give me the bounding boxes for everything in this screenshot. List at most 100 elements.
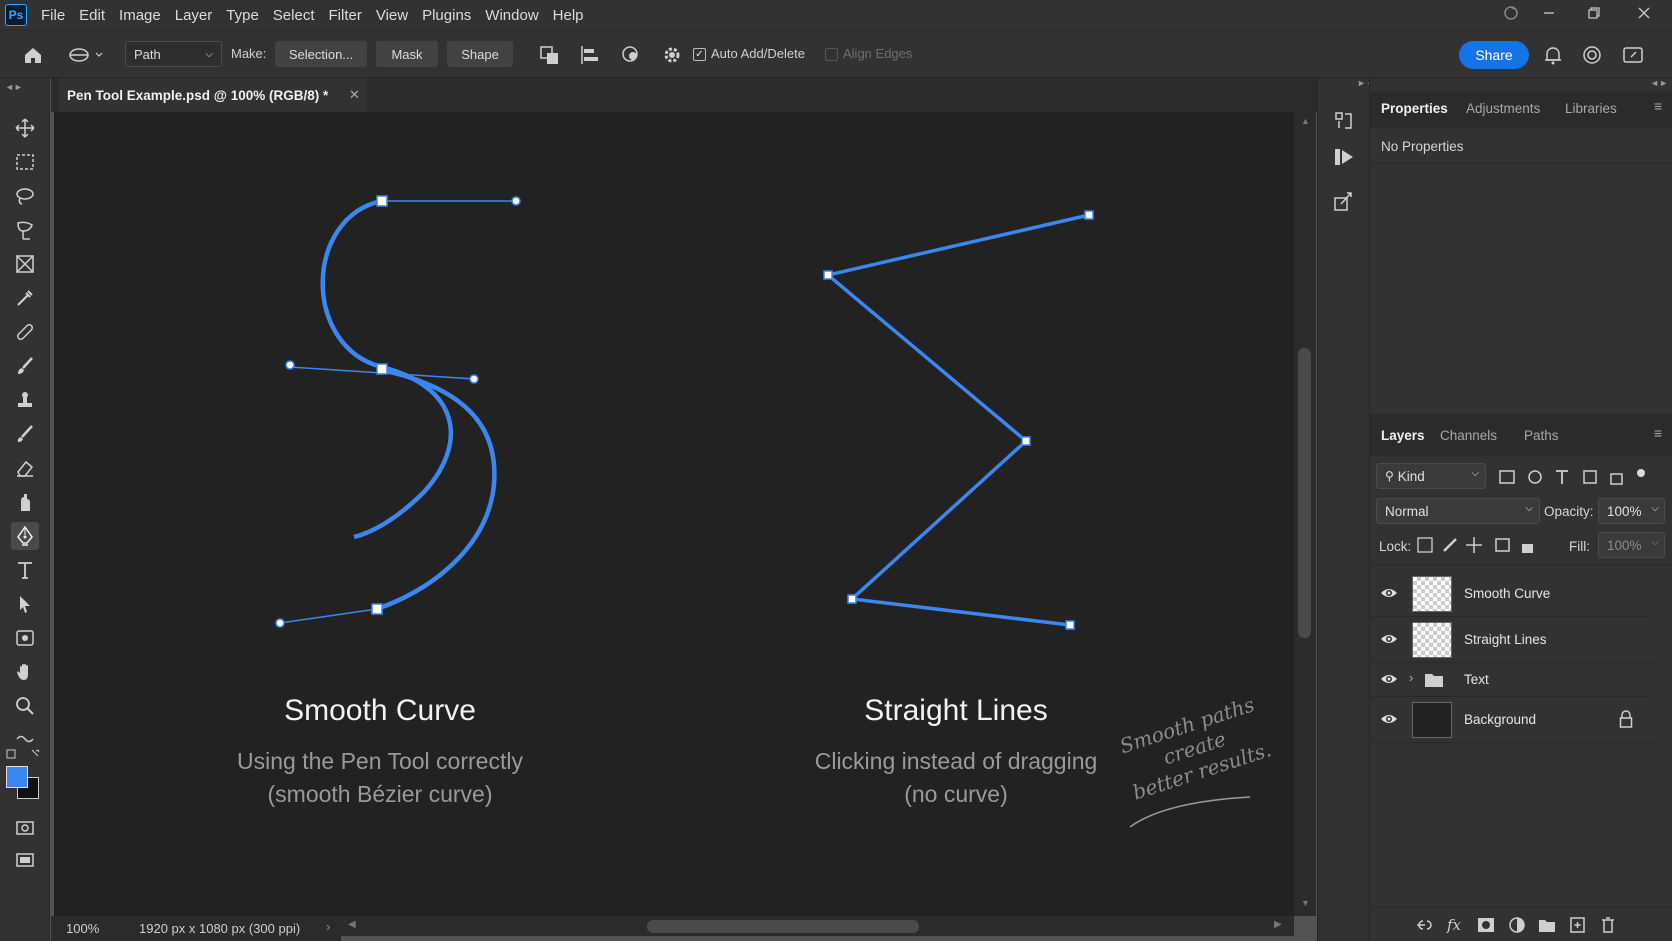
canvas[interactable]: Smooth Curve Using the Pen Tool correctl…	[54, 112, 1294, 916]
quick-mask-icon[interactable]	[11, 814, 39, 842]
eye-icon[interactable]	[1380, 712, 1398, 726]
layer-thumbnail	[1412, 576, 1452, 612]
mask-button[interactable]: Mask	[376, 41, 438, 67]
path-arrangement-icon[interactable]	[620, 43, 644, 67]
history-panel-icon[interactable]	[1331, 108, 1357, 134]
path-alignment-icon[interactable]	[578, 43, 602, 67]
pen-tool-icon[interactable]	[11, 522, 39, 550]
path-mode-select[interactable]: Path ⌵	[125, 41, 222, 67]
anchor-point	[847, 594, 857, 604]
layer-row-background[interactable]: Background	[1369, 697, 1653, 743]
document-tab[interactable]: Pen Tool Example.psd @ 100% (RGB/8) * ✕	[59, 78, 367, 112]
share-button[interactable]: Share	[1459, 41, 1529, 69]
selection-button[interactable]: Selection...	[275, 41, 367, 67]
tab-properties[interactable]: Properties	[1381, 101, 1448, 116]
scroll-down-icon[interactable]: ▼	[1301, 898, 1310, 908]
menu-file[interactable]: File	[41, 7, 65, 24]
scroll-left-icon[interactable]: ◀	[348, 919, 356, 930]
minimize-icon[interactable]	[1539, 5, 1559, 25]
menu-layer[interactable]: Layer	[175, 7, 213, 24]
smudge-tool-icon[interactable]	[11, 488, 39, 516]
gear-icon[interactable]	[660, 43, 684, 67]
marquee-tool-icon[interactable]	[11, 148, 39, 176]
collapse-right-icon[interactable]: ◄►	[1650, 78, 1668, 88]
tab-adjustments[interactable]: Adjustments	[1466, 101, 1540, 116]
align-edges-checkbox[interactable]	[825, 48, 838, 61]
home-icon[interactable]	[21, 43, 45, 67]
straight-lines-caption-line2: (no curve)	[904, 781, 1008, 807]
tab-channels[interactable]: Channels	[1440, 428, 1497, 443]
shape-button[interactable]: Shape	[447, 41, 513, 67]
frame-tool-icon[interactable]	[11, 250, 39, 278]
eye-icon[interactable]	[1380, 632, 1398, 646]
workspace-icon[interactable]	[1621, 43, 1645, 67]
brush-tool-icon[interactable]	[11, 352, 39, 380]
restore-icon[interactable]	[1584, 5, 1604, 25]
screen-mode-icon[interactable]	[11, 846, 39, 874]
eyedropper-tool-icon[interactable]	[11, 284, 39, 312]
menu-filter[interactable]: Filter	[329, 7, 362, 24]
layer-row-text-group[interactable]: › Text	[1369, 663, 1653, 697]
type-filter-icon	[1556, 470, 1568, 484]
layers-list-divider	[1370, 565, 1672, 566]
lasso-tool-icon[interactable]	[11, 182, 39, 210]
layer-row-smooth-curve[interactable]: Smooth Curve	[1369, 571, 1653, 617]
discover-icon[interactable]	[1580, 43, 1604, 67]
auto-add-delete-checkbox[interactable]: ✓	[693, 48, 706, 61]
expand-group-icon[interactable]: ›	[1409, 670, 1413, 685]
bell-icon[interactable]	[1541, 43, 1565, 67]
layer-filter-select[interactable]: ⚲ Kind ⌵	[1376, 463, 1486, 489]
tab-layers[interactable]: Layers	[1381, 428, 1425, 443]
layer-filter-value: Kind	[1397, 468, 1425, 484]
tab-paths[interactable]: Paths	[1524, 428, 1559, 443]
menu-view[interactable]: View	[376, 7, 408, 24]
foreground-color-swatch[interactable]	[6, 766, 28, 788]
lock-icon[interactable]	[1619, 710, 1633, 728]
hand-tool-icon[interactable]	[11, 658, 39, 686]
eye-icon[interactable]	[1380, 586, 1398, 600]
menu-plugins[interactable]: Plugins	[422, 7, 471, 24]
lock-image-icon	[1443, 538, 1457, 552]
close-tab-icon[interactable]: ✕	[349, 87, 360, 103]
shape-tool-icon[interactable]	[11, 624, 39, 652]
menu-window[interactable]: Window	[485, 7, 538, 24]
vertical-scrollbar[interactable]: ▲ ▼	[1294, 112, 1316, 916]
menu-type[interactable]: Type	[226, 7, 259, 24]
vertical-scroll-thumb[interactable]	[1298, 348, 1311, 638]
type-tool-icon[interactable]	[11, 556, 39, 584]
content-credentials-icon[interactable]	[1331, 188, 1357, 214]
actions-panel-icon[interactable]	[1331, 144, 1357, 170]
status-chevron-icon[interactable]: ›	[326, 919, 330, 934]
default-colors-icon[interactable]	[6, 748, 44, 762]
horizontal-scrollbar[interactable]: ◀ ▶	[340, 916, 1294, 936]
healing-brush-tool-icon[interactable]	[11, 318, 39, 346]
object-selection-tool-icon[interactable]	[11, 216, 39, 244]
close-icon[interactable]	[1634, 5, 1654, 25]
menu-help[interactable]: Help	[553, 7, 584, 24]
horizontal-scroll-thumb[interactable]	[647, 920, 919, 933]
layer-row-straight-lines[interactable]: Straight Lines	[1369, 617, 1653, 663]
zoom-tool-icon[interactable]	[11, 692, 39, 720]
collapse-toolbar-icon[interactable]: ◄►	[5, 82, 23, 92]
cloud-sync-icon[interactable]	[1501, 5, 1521, 25]
path-selection-tool-icon[interactable]	[11, 590, 39, 618]
menu-image[interactable]: Image	[119, 7, 161, 24]
zoom-level[interactable]: 100%	[66, 921, 99, 936]
history-brush-tool-icon[interactable]	[11, 420, 39, 448]
properties-menu-icon[interactable]: ≡	[1654, 98, 1662, 114]
scroll-up-icon[interactable]: ▲	[1301, 116, 1310, 126]
path-operations-icon[interactable]	[538, 43, 562, 67]
scroll-right-icon[interactable]: ▶	[1274, 919, 1282, 930]
menu-select[interactable]: Select	[273, 7, 315, 24]
blend-mode-select[interactable]: Normal ⌵	[1376, 498, 1540, 524]
eye-icon[interactable]	[1380, 672, 1398, 686]
tab-libraries[interactable]: Libraries	[1565, 101, 1617, 116]
move-tool-icon[interactable]	[11, 114, 39, 142]
eraser-tool-icon[interactable]	[11, 454, 39, 482]
fill-input[interactable]: 100% ⌵	[1598, 532, 1665, 558]
layers-menu-icon[interactable]: ≡	[1654, 425, 1662, 441]
pen-tool-preset-icon[interactable]	[66, 43, 106, 67]
menu-edit[interactable]: Edit	[79, 7, 105, 24]
clone-stamp-tool-icon[interactable]	[11, 386, 39, 414]
opacity-input[interactable]: 100% ⌵	[1598, 498, 1665, 524]
